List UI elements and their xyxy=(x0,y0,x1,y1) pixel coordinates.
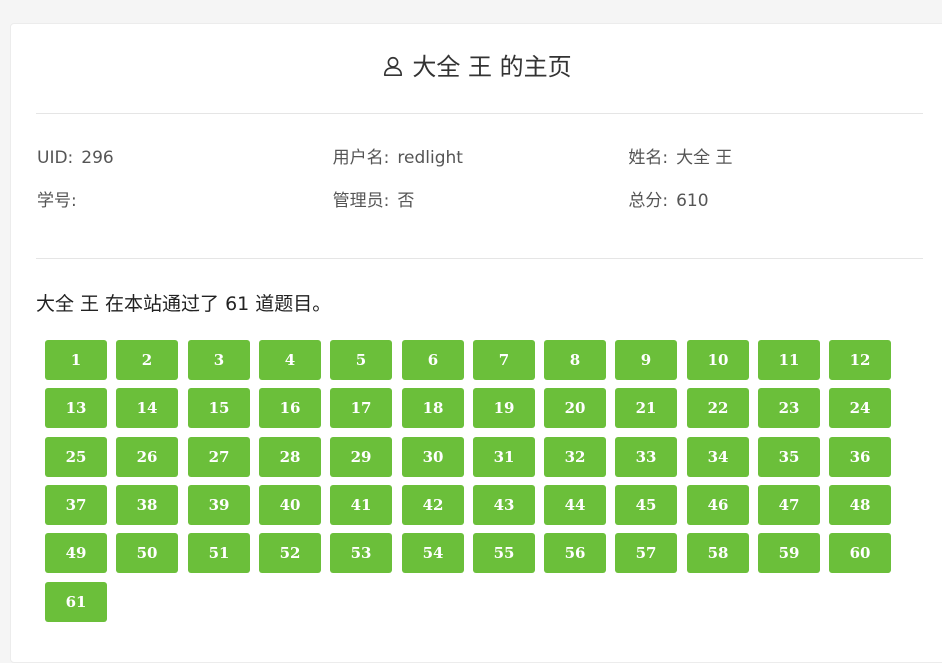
problem-button[interactable]: 31 xyxy=(473,437,535,477)
problem-button[interactable]: 1 xyxy=(45,340,107,380)
problem-button[interactable]: 11 xyxy=(758,340,820,380)
problem-button[interactable]: 41 xyxy=(330,485,392,525)
problem-button[interactable]: 8 xyxy=(544,340,606,380)
problem-button[interactable]: 10 xyxy=(687,340,749,380)
problem-button[interactable]: 56 xyxy=(544,533,606,573)
summary-name: 大全 王 xyxy=(36,293,100,315)
problem-button[interactable]: 61 xyxy=(45,582,107,622)
problem-button[interactable]: 18 xyxy=(402,388,464,428)
problem-button[interactable]: 17 xyxy=(330,388,392,428)
problem-button[interactable]: 19 xyxy=(473,388,535,428)
problem-button[interactable]: 46 xyxy=(687,485,749,525)
problem-button[interactable]: 20 xyxy=(544,388,606,428)
problem-button[interactable]: 57 xyxy=(615,533,677,573)
problem-button[interactable]: 9 xyxy=(615,340,677,380)
problem-button[interactable]: 21 xyxy=(615,388,677,428)
admin-value: 否 xyxy=(397,191,415,211)
divider xyxy=(36,113,923,114)
problem-button[interactable]: 32 xyxy=(544,437,606,477)
problem-button[interactable]: 52 xyxy=(259,533,321,573)
problem-button[interactable]: 42 xyxy=(402,485,464,525)
problem-button[interactable]: 24 xyxy=(829,388,891,428)
name-value: 大全 王 xyxy=(676,148,733,168)
problem-button[interactable]: 2 xyxy=(116,340,178,380)
problem-button[interactable]: 58 xyxy=(687,533,749,573)
student-id-field: 学号: xyxy=(37,187,333,230)
admin-field: 管理员: 否 xyxy=(333,187,629,230)
problem-button[interactable]: 13 xyxy=(45,388,107,428)
summary-prefix: 在本站通过了 xyxy=(105,293,220,315)
score-value: 610 xyxy=(676,191,709,211)
uid-value: 296 xyxy=(81,148,114,168)
problem-button[interactable]: 37 xyxy=(45,485,107,525)
name-label: 姓名: xyxy=(628,148,669,168)
problem-button[interactable]: 25 xyxy=(45,437,107,477)
problem-button[interactable]: 39 xyxy=(188,485,250,525)
username-label: 用户名: xyxy=(332,148,390,168)
profile-card: 大全 王 的主页 UID: 296 用户名: redlight 姓名: 大全 王 学号… xyxy=(10,23,942,663)
divider xyxy=(36,258,923,259)
uid-field: UID: 296 xyxy=(37,144,333,187)
problem-button[interactable]: 15 xyxy=(188,388,250,428)
problem-button[interactable]: 60 xyxy=(829,533,891,573)
username-field: 用户名: redlight xyxy=(333,144,629,187)
problem-button[interactable]: 50 xyxy=(116,533,178,573)
problem-button[interactable]: 54 xyxy=(402,533,464,573)
problem-button[interactable]: 12 xyxy=(829,340,891,380)
problem-button[interactable]: 35 xyxy=(758,437,820,477)
student-id-label: 学号: xyxy=(37,191,77,211)
problem-button[interactable]: 51 xyxy=(188,533,250,573)
problem-button[interactable]: 36 xyxy=(829,437,891,477)
problem-button[interactable]: 44 xyxy=(544,485,606,525)
problem-button[interactable]: 22 xyxy=(687,388,749,428)
problem-button[interactable]: 43 xyxy=(473,485,535,525)
problem-button[interactable]: 29 xyxy=(330,437,392,477)
score-label: 总分: xyxy=(628,191,669,211)
summary-suffix: 道题目。 xyxy=(255,293,332,315)
problem-button[interactable]: 33 xyxy=(615,437,677,477)
problem-button[interactable]: 49 xyxy=(45,533,107,573)
page-title-text: 大全 王 的主页 xyxy=(412,53,572,81)
admin-label: 管理员: xyxy=(332,191,390,211)
problem-button[interactable]: 28 xyxy=(259,437,321,477)
problem-button[interactable]: 26 xyxy=(116,437,178,477)
problem-button[interactable]: 6 xyxy=(402,340,464,380)
user-icon xyxy=(384,56,403,76)
problem-button[interactable]: 48 xyxy=(829,485,891,525)
problem-button[interactable]: 55 xyxy=(473,533,535,573)
solved-summary: 大全 王在本站通过了 61 道题目。 xyxy=(36,290,331,318)
problem-button[interactable]: 47 xyxy=(758,485,820,525)
problem-button[interactable]: 59 xyxy=(758,533,820,573)
problem-button[interactable]: 4 xyxy=(259,340,321,380)
name-field: 姓名: 大全 王 xyxy=(628,144,924,187)
summary-count: 61 xyxy=(225,293,250,315)
problem-button[interactable]: 23 xyxy=(758,388,820,428)
score-field: 总分: 610 xyxy=(628,187,924,230)
problem-button[interactable]: 45 xyxy=(615,485,677,525)
problem-button[interactable]: 3 xyxy=(188,340,250,380)
problem-button[interactable]: 40 xyxy=(259,485,321,525)
username-value: redlight xyxy=(397,148,463,168)
user-info: UID: 296 用户名: redlight 姓名: 大全 王 学号: 管理员: 否 总… xyxy=(37,144,924,230)
page-title: 大全 王 的主页 xyxy=(11,50,942,84)
problem-button[interactable]: 34 xyxy=(687,437,749,477)
problem-button[interactable]: 30 xyxy=(402,437,464,477)
problem-button[interactable]: 38 xyxy=(116,485,178,525)
uid-label: UID: xyxy=(37,148,74,168)
problem-button[interactable]: 27 xyxy=(188,437,250,477)
problem-button[interactable]: 14 xyxy=(116,388,178,428)
problem-button[interactable]: 53 xyxy=(330,533,392,573)
problem-button[interactable]: 5 xyxy=(330,340,392,380)
problem-button[interactable]: 16 xyxy=(259,388,321,428)
problem-button[interactable]: 7 xyxy=(473,340,535,380)
